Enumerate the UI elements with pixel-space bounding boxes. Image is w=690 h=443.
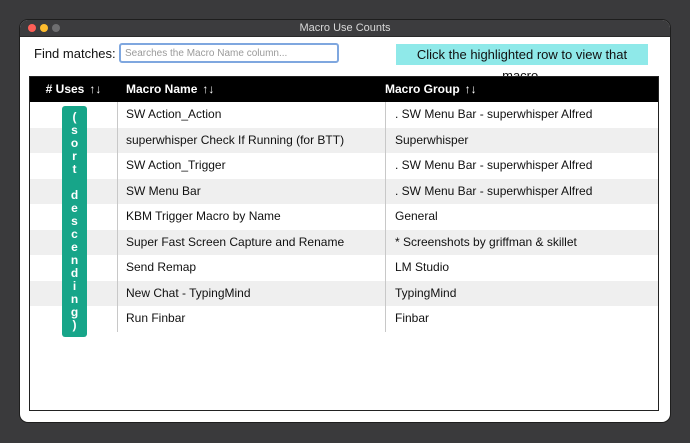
table-header: # Uses ↑↓ Macro Name ↑↓ Macro Group ↑↓ [30, 77, 658, 102]
window-title: Macro Use Counts [299, 22, 391, 34]
macro-name-cell: Run Finbar [126, 311, 186, 325]
macro-name-cell: Super Fast Screen Capture and Rename [126, 234, 345, 249]
macro-group-cell: TypingMind [395, 285, 457, 300]
macro-name-cell: SW Menu Bar [126, 183, 201, 198]
macro-group-cell: . SW Menu Bar - superwhisper Alfred [395, 107, 593, 121]
macro-group-cell: General [395, 209, 438, 223]
macro-group-cell: Superwhisper [395, 132, 469, 147]
column-header-label: Macro Group [385, 82, 460, 96]
table-row[interactable]: Super Fast Screen Capture and Rename * Sc… [30, 229, 658, 255]
column-header-label: # Uses [45, 82, 85, 96]
macro-group-cell: * Screenshots by griffman & skillet [395, 234, 577, 249]
sort-tooltip: (s o r t d e s c e n d i n g) [62, 106, 87, 337]
table-row[interactable]: SW Menu Bar . SW Menu Bar - superwhisper … [30, 178, 658, 204]
macro-name-cell: SW Action_Action [126, 107, 222, 121]
app-window: Macro Use Counts Find matches: Click the… [20, 20, 670, 422]
macro-name-cell: SW Action_Trigger [126, 158, 226, 172]
table-row[interactable]: New Chat - TypingMind TypingMind [30, 280, 658, 306]
table-row[interactable]: KBM Trigger Macro by Name General [30, 204, 658, 229]
macro-group-cell: Finbar [395, 311, 430, 325]
macro-name-cell: superwhisper Check If Running (for BTT) [126, 132, 345, 147]
column-header-uses[interactable]: # Uses ↑↓ [30, 77, 117, 102]
instruction-banner: Click the highlighted row to view that m… [396, 44, 648, 83]
macro-name-cell: New Chat - TypingMind [126, 285, 251, 300]
table-row[interactable]: SW Action_Trigger . SW Menu Bar - superwh… [30, 153, 658, 178]
column-divider [117, 102, 118, 332]
macro-group-cell: LM Studio [395, 260, 450, 274]
find-matches-label: Find matches: [34, 46, 116, 61]
macro-name-cell: Send Remap [126, 260, 197, 274]
macro-name-cell: KBM Trigger Macro by Name [126, 209, 281, 223]
sort-arrows-icon: ↑↓ [202, 82, 215, 96]
title-bar: Macro Use Counts [20, 20, 670, 37]
table-row[interactable]: superwhisper Check If Running (for BTT) S… [30, 127, 658, 153]
sort-arrows-icon: ↑↓ [89, 82, 102, 96]
search-input[interactable] [119, 43, 339, 63]
column-header-label: Macro Name [126, 82, 198, 96]
macro-table: # Uses ↑↓ Macro Name ↑↓ Macro Group ↑↓ SW A… [29, 76, 659, 411]
column-divider [385, 102, 386, 332]
macro-group-cell: . SW Menu Bar - superwhisper Alfred [395, 158, 593, 172]
sort-arrows-icon: ↑↓ [464, 82, 477, 96]
column-header-macro-name[interactable]: Macro Name ↑↓ [126, 77, 214, 102]
table-row[interactable]: Run Finbar Finbar [30, 306, 658, 331]
macro-group-cell: . SW Menu Bar - superwhisper Alfred [395, 183, 593, 198]
table-row[interactable]: SW Action_Action . SW Menu Bar - superwhi… [30, 102, 658, 127]
table-row[interactable]: Send Remap LM Studio [30, 255, 658, 280]
column-header-macro-group[interactable]: Macro Group ↑↓ [385, 77, 477, 102]
